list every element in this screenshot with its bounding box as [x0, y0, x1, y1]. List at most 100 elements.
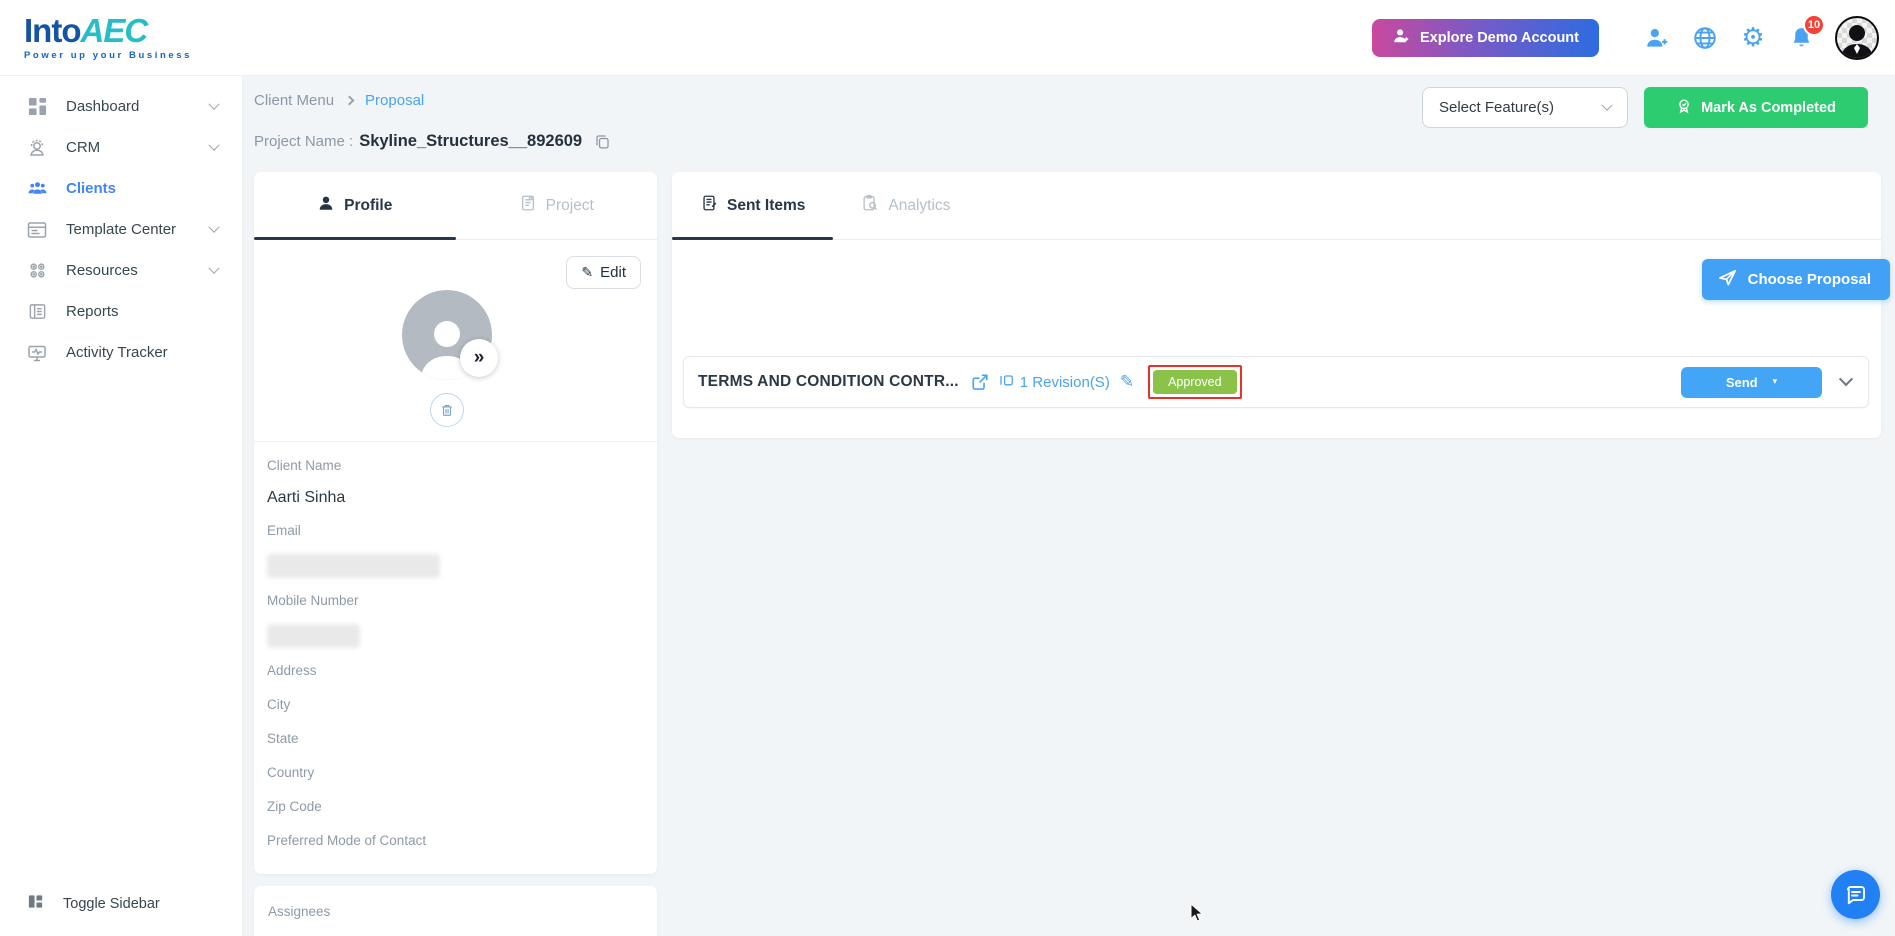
field-client-name: Client Name Aarti Sinha: [267, 456, 644, 509]
user-avatar[interactable]: [1835, 15, 1879, 60]
sidebar-item-dashboard[interactable]: Dashboard: [0, 86, 242, 127]
expand-proposal-chevron-icon[interactable]: [1838, 372, 1854, 387]
breadcrumb: Client Menu Proposal: [254, 92, 424, 109]
breadcrumb-client-menu[interactable]: Client Menu: [254, 92, 334, 109]
tab-profile-label: Profile: [344, 196, 393, 214]
copy-project-name-icon[interactable]: [594, 133, 611, 150]
send-button[interactable]: Send ▾: [1681, 366, 1822, 398]
edit-proposal-pencil-icon[interactable]: ✎: [1120, 372, 1134, 392]
revisions-label: 1 Revision(S): [1019, 373, 1110, 391]
chat-button[interactable]: [1831, 870, 1880, 919]
toggle-sidebar-icon: [26, 892, 45, 915]
breadcrumb-proposal[interactable]: Proposal: [365, 92, 424, 109]
field-label: Mobile Number: [267, 593, 359, 608]
sidebar-item-label: CRM: [66, 139, 101, 156]
tab-project-label: Project: [545, 196, 594, 214]
field-label: Client Name: [267, 458, 342, 473]
open-external-link-icon[interactable]: [971, 373, 989, 391]
redacted-value-bar: [267, 624, 360, 648]
status-highlight-box: Approved: [1148, 364, 1242, 400]
tab-project[interactable]: Project: [456, 172, 658, 239]
sidebar-item-label: Template Center: [66, 221, 177, 238]
edit-button-label: Edit: [600, 264, 626, 281]
mouse-cursor: [1190, 903, 1204, 922]
sidebar-item-label: Reports: [66, 303, 119, 320]
send-dropdown-caret-icon: ▾: [1772, 377, 1778, 387]
add-user-icon[interactable]: [1643, 24, 1671, 52]
chevron-down-icon: [208, 98, 220, 110]
globe-icon[interactable]: [1691, 24, 1719, 52]
dashboard-icon: [26, 96, 48, 118]
chevron-down-icon: [208, 221, 220, 233]
tab-sent-items[interactable]: Sent Items: [672, 172, 834, 240]
chevron-down-icon: [208, 262, 220, 274]
mark-as-completed-label: Mark As Completed: [1701, 99, 1836, 116]
chevron-down-icon: [208, 139, 220, 151]
sent-items-panel: Sent Items Analytics Choose Proposal TER…: [672, 172, 1890, 438]
logo-text-primary: Into: [24, 12, 81, 50]
profile-person-icon: [317, 194, 335, 217]
toggle-sidebar-label: Toggle Sidebar: [63, 895, 160, 912]
paper-plane-icon: [1717, 267, 1738, 292]
sidebar-item-resources[interactable]: Resources: [0, 250, 242, 291]
tab-analytics-label: Analytics: [888, 196, 951, 214]
field-label-country: Country: [267, 765, 315, 780]
project-document-icon: [519, 194, 537, 217]
send-button-label: Send: [1725, 374, 1758, 390]
sidebar-item-clients[interactable]: Clients: [0, 168, 242, 209]
app-header: Into AEC Power up your Business Explore …: [0, 0, 1895, 76]
delete-avatar-button[interactable]: [430, 393, 464, 427]
project-name-row: Project Name : Skyline_Structures__89260…: [254, 132, 611, 151]
sidebar-item-label: Clients: [66, 180, 117, 197]
revisions-copy-icon: [999, 372, 1015, 392]
field-mobile-number: Mobile Number: [267, 591, 644, 648]
badge-check-icon: [1676, 98, 1692, 118]
sidebar-item-activity-tracker[interactable]: Activity Tracker: [0, 332, 242, 373]
expand-avatar-button[interactable]: »: [460, 339, 498, 377]
mark-as-completed-button[interactable]: Mark As Completed: [1644, 87, 1868, 128]
sidebar-item-reports[interactable]: Reports: [0, 291, 242, 332]
analytics-clipboard-icon: [861, 194, 879, 217]
status-badge: Approved: [1153, 369, 1237, 395]
sidebar-item-template-center[interactable]: Template Center: [0, 209, 242, 250]
gear-icon[interactable]: ⚙: [1739, 24, 1767, 52]
field-email: Email: [267, 521, 644, 578]
logo-text-secondary: AEC: [80, 12, 148, 50]
client-fields: Client Name Aarti Sinha Email Mobile Num…: [267, 456, 644, 865]
field-label-zip-code: Zip Code: [267, 799, 322, 814]
reports-icon: [26, 301, 48, 323]
edit-button[interactable]: ✎ Edit: [566, 256, 641, 289]
sidebar: Dashboard CRM Clients Template Center Re…: [0, 76, 243, 936]
sent-items-document-icon: [700, 194, 718, 217]
template-center-icon: [26, 219, 48, 241]
clients-icon: [26, 178, 48, 200]
field-value: Aarti Sinha: [267, 489, 346, 506]
proposal-row[interactable]: TERMS AND CONDITION CONTR... 1 Revision(…: [683, 356, 1869, 408]
sidebar-item-label: Activity Tracker: [66, 344, 168, 361]
field-label-address: Address: [267, 663, 317, 678]
project-name-label: Project Name :: [254, 133, 354, 150]
choose-proposal-button[interactable]: Choose Proposal: [1701, 259, 1890, 300]
field-label: Email: [267, 523, 301, 538]
revisions-link[interactable]: 1 Revision(S): [999, 372, 1110, 392]
divider: [254, 441, 657, 442]
app-logo[interactable]: Into AEC Power up your Business: [24, 14, 192, 61]
sidebar-item-label: Dashboard: [66, 98, 140, 115]
notification-count-badge: 10: [1803, 13, 1825, 36]
field-label-state: State: [267, 731, 299, 746]
project-name-value: Skyline_Structures__892609: [359, 132, 583, 150]
sidebar-item-crm[interactable]: CRM: [0, 127, 242, 168]
field-label-preferred-mode: Preferred Mode of Contact: [267, 833, 427, 848]
field-label-city: City: [267, 697, 291, 712]
tab-analytics[interactable]: Analytics: [833, 172, 978, 239]
explore-demo-account-button[interactable]: Explore Demo Account: [1372, 18, 1599, 57]
tab-profile[interactable]: Profile: [254, 172, 456, 240]
double-chevron-icon: »: [473, 347, 485, 368]
select-features-label: Select Feature(s): [1439, 99, 1555, 116]
notifications-bell-icon[interactable]: 10: [1787, 13, 1825, 52]
select-features-dropdown[interactable]: Select Feature(s): [1422, 87, 1628, 128]
user-plus-icon: [1392, 27, 1410, 49]
explore-demo-label: Explore Demo Account: [1420, 29, 1579, 46]
toggle-sidebar-button[interactable]: Toggle Sidebar: [0, 883, 242, 924]
logo-tagline: Power up your Business: [24, 50, 193, 62]
